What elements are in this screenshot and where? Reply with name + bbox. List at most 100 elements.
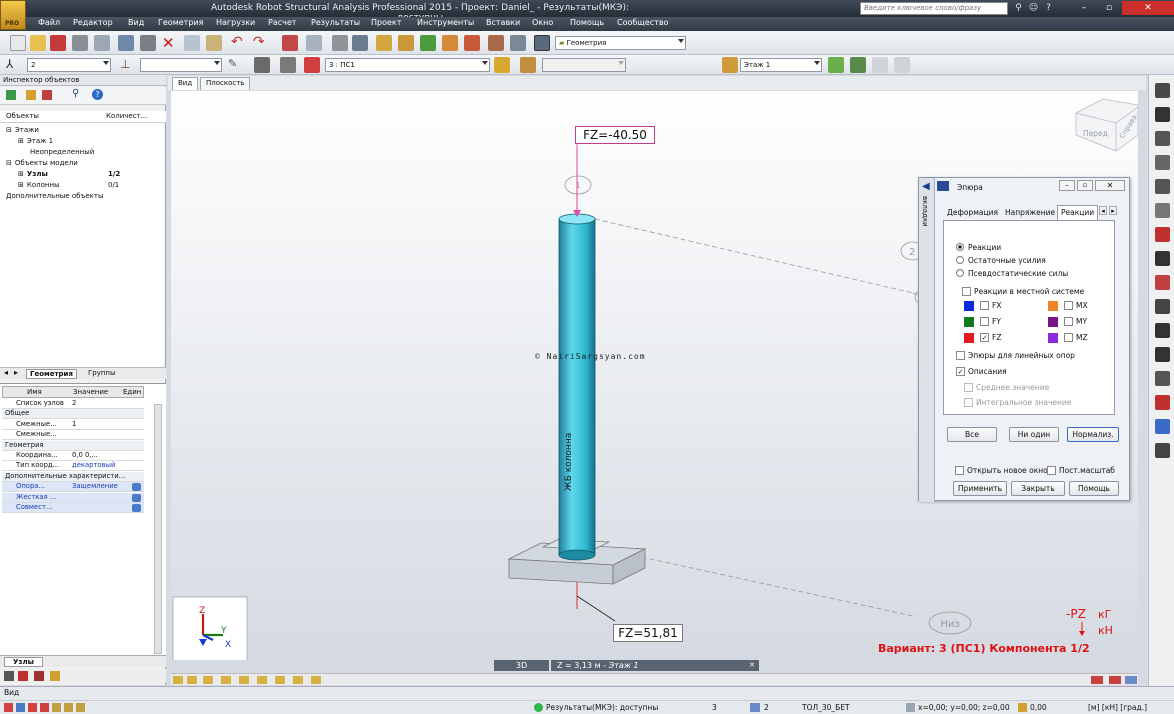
- menu-community[interactable]: Сообщество: [617, 18, 668, 27]
- node-selection-input[interactable]: 2: [27, 58, 111, 72]
- view-tool-icon[interactable]: [275, 676, 285, 684]
- apply-button[interactable]: Применить: [953, 481, 1007, 496]
- average-checkbox[interactable]: [964, 383, 973, 392]
- view-tool-icon[interactable]: [187, 676, 197, 684]
- status-tool-icon[interactable]: [40, 703, 49, 712]
- edit-value-icon[interactable]: [132, 504, 141, 512]
- sketch-icon[interactable]: ✎: [228, 57, 237, 70]
- component-checkbox[interactable]: [980, 317, 989, 326]
- section-icon[interactable]: [1155, 179, 1170, 194]
- reaction-type-radio[interactable]: [956, 243, 964, 251]
- map-icon[interactable]: [488, 35, 504, 51]
- side-tab-label[interactable]: вкладки: [921, 196, 929, 227]
- properties-scrollbar[interactable]: [154, 404, 162, 654]
- bar-selection-input[interactable]: [140, 58, 222, 72]
- redo-icon[interactable]: ↷: [253, 34, 265, 50]
- local-system-checkbox[interactable]: [962, 287, 971, 296]
- tree-node[interactable]: ⊟ Объекты модели: [6, 159, 78, 167]
- storey-icon[interactable]: [1155, 371, 1170, 386]
- results-view-icon[interactable]: [1109, 676, 1121, 684]
- all-button[interactable]: Все: [947, 427, 997, 442]
- property-row[interactable]: Совмест...: [2, 503, 144, 513]
- reaction-type-radio[interactable]: [956, 256, 964, 264]
- menu-design[interactable]: Проект: [371, 18, 401, 27]
- filter-icon[interactable]: [26, 90, 36, 100]
- i-section-icon[interactable]: [1155, 251, 1170, 266]
- frame-icon[interactable]: [1155, 299, 1170, 314]
- load-case-select[interactable]: 3 : ПС1: [325, 58, 490, 72]
- component-checkbox[interactable]: [980, 301, 989, 310]
- menu-window[interactable]: Окно: [532, 18, 553, 27]
- copy-icon[interactable]: [184, 35, 200, 51]
- normalize-button[interactable]: Нормализ.: [1067, 427, 1119, 442]
- view-mode-select[interactable]: ▰ Геометрия: [555, 36, 686, 50]
- dialog-restore-button[interactable]: ▫: [1077, 180, 1093, 191]
- collapse-icon[interactable]: ⊟: [6, 159, 12, 167]
- edit-value-icon[interactable]: [132, 493, 141, 502]
- component-checkbox[interactable]: [1064, 317, 1073, 326]
- view-tool-icon[interactable]: [173, 676, 183, 684]
- tab-plane[interactable]: Плоскость: [200, 77, 251, 90]
- property-row[interactable]: Жесткая ...: [2, 492, 144, 503]
- list-icon[interactable]: [4, 671, 14, 681]
- z-level-indicator[interactable]: Z = 3,13 м - Этаж 1 ✕: [551, 660, 759, 671]
- tab-view[interactable]: Вид: [172, 77, 199, 90]
- cut-icon[interactable]: ✕: [162, 34, 175, 52]
- property-section[interactable]: Геометрия: [2, 440, 144, 451]
- tab-scroll-left-icon[interactable]: ◂: [4, 368, 8, 377]
- maximize-button[interactable]: ▫: [1097, 1, 1121, 15]
- tree-node[interactable]: Неопределенный: [30, 148, 94, 156]
- units-label[interactable]: [м] [кН] [град.]: [1088, 703, 1147, 712]
- linear-supports-checkbox[interactable]: [956, 351, 965, 360]
- tree-node[interactable]: ⊟ Этажи: [6, 126, 39, 134]
- edit-value-icon[interactable]: [132, 483, 141, 492]
- tab-geometry[interactable]: Геометрия: [26, 369, 77, 379]
- lock-icon[interactable]: [332, 35, 348, 51]
- tab-scroll-right-icon[interactable]: ▸: [1109, 206, 1117, 215]
- pin-arrow-icon[interactable]: ◀: [922, 181, 930, 192]
- load-icon[interactable]: [1155, 395, 1170, 410]
- expand-icon[interactable]: ⊞: [18, 170, 24, 178]
- edit-icon[interactable]: [50, 671, 60, 681]
- minimize-button[interactable]: –: [1072, 1, 1096, 15]
- menu-view[interactable]: Вид: [128, 18, 144, 27]
- view-tool-icon[interactable]: [239, 676, 249, 684]
- brace-icon[interactable]: [1155, 203, 1170, 218]
- gear-icon[interactable]: [398, 35, 414, 51]
- collapse-icon[interactable]: ⊟: [6, 126, 12, 134]
- tab-scroll-right-icon[interactable]: ▸: [14, 368, 18, 377]
- view-tool-icon[interactable]: [203, 676, 213, 684]
- property-row[interactable]: Список узлов 2: [2, 399, 144, 409]
- properties-icon[interactable]: [1155, 83, 1170, 98]
- zoom-icon[interactable]: [352, 35, 368, 51]
- menu-edit[interactable]: Редактор: [73, 18, 113, 27]
- view-tool-icon[interactable]: [221, 676, 231, 684]
- storey-select[interactable]: Этаж 1: [740, 58, 822, 72]
- calculator-icon[interactable]: [282, 35, 298, 51]
- expand-icon[interactable]: ⊞: [18, 137, 24, 145]
- property-section[interactable]: Дополнительные характеристи...: [2, 471, 144, 482]
- tab-reactions[interactable]: Реакции: [1057, 205, 1099, 220]
- undo-icon[interactable]: ↶: [231, 34, 243, 50]
- view-icon[interactable]: [376, 35, 392, 51]
- status-tool-icon[interactable]: [64, 703, 73, 712]
- layers-icon[interactable]: [1155, 443, 1170, 458]
- component-checkbox[interactable]: ✓: [980, 333, 989, 342]
- load-case-icon[interactable]: [304, 57, 320, 73]
- descriptions-checkbox[interactable]: ✓: [956, 367, 965, 376]
- tab-groups[interactable]: Группы: [88, 369, 116, 377]
- preview-icon[interactable]: [118, 35, 134, 51]
- help-icon[interactable]: ?: [92, 89, 103, 100]
- support-icon[interactable]: [1155, 227, 1170, 242]
- remove-filter-icon[interactable]: [42, 90, 52, 100]
- diagram-icon[interactable]: [442, 35, 458, 51]
- storey-icon[interactable]: [722, 57, 738, 73]
- none-button[interactable]: Ни один: [1009, 427, 1059, 442]
- property-row[interactable]: Смежные... 1: [2, 420, 144, 430]
- dialog-close-button[interactable]: ✕: [1095, 180, 1125, 191]
- view-tool-icon[interactable]: [293, 676, 303, 684]
- constant-scale-checkbox[interactable]: [1047, 466, 1056, 475]
- table-icon[interactable]: [306, 35, 322, 51]
- binoculars-icon[interactable]: ⚲: [1012, 2, 1025, 15]
- component-checkbox[interactable]: [1064, 333, 1073, 342]
